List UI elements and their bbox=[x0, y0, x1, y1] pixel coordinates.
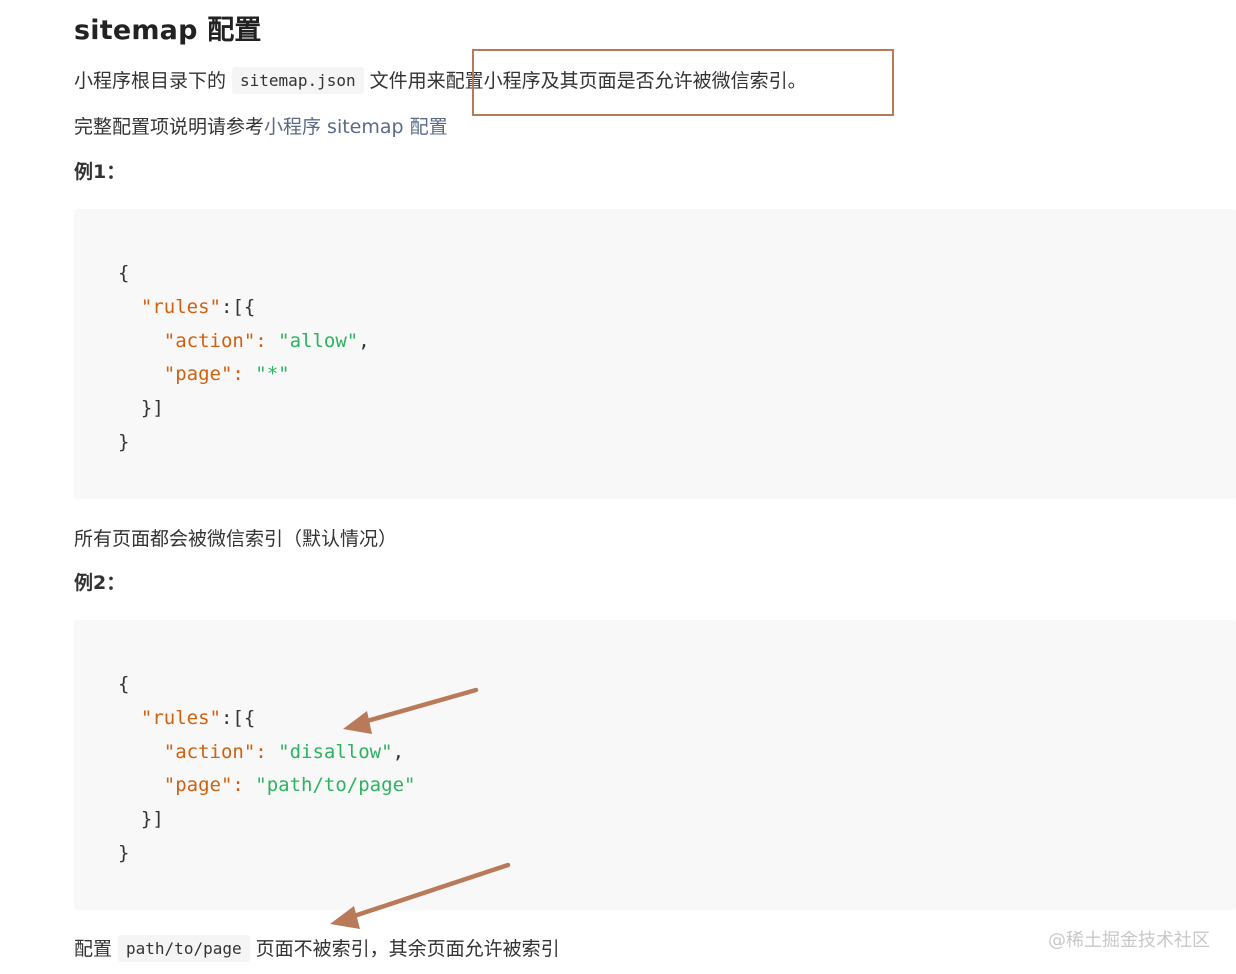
annotation-arrows bbox=[330, 687, 511, 929]
arrow-to-disallow bbox=[343, 687, 479, 734]
arrow-to-path-caption bbox=[330, 862, 511, 929]
